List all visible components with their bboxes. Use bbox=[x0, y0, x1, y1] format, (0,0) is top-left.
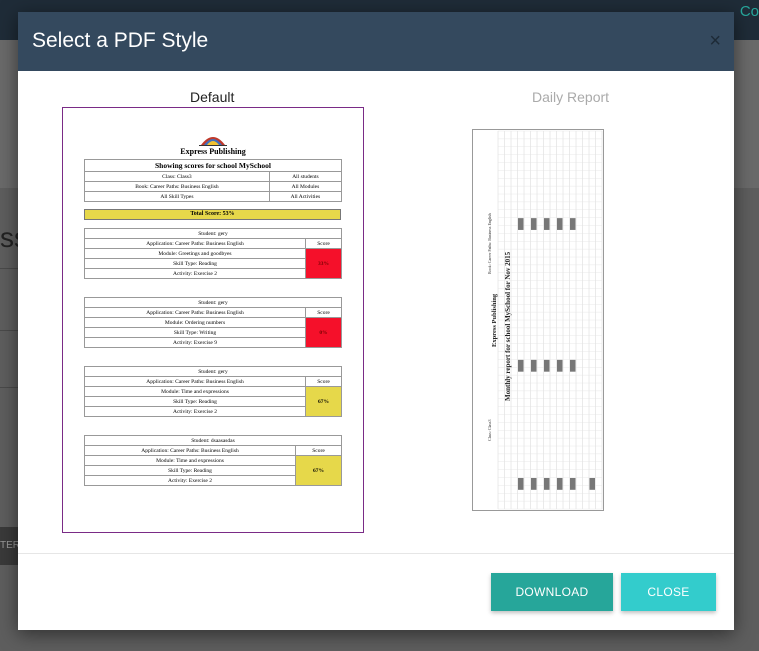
preview-skills: All Skill Types bbox=[84, 191, 270, 202]
modal-title: Select a PDF Style bbox=[32, 29, 209, 52]
block-application: Application: Career Paths: Business Engl… bbox=[84, 307, 306, 318]
block-student: Student: gery bbox=[84, 366, 342, 377]
block-score-header: Score bbox=[295, 445, 342, 456]
pdf-style-modal: Select a PDF Style × Default Daily Repor… bbox=[18, 12, 734, 630]
block-score: 67% bbox=[295, 455, 342, 486]
style-option-default[interactable]: Express Publishing Showing scores for sc… bbox=[62, 107, 364, 533]
block-score: 33% bbox=[305, 248, 342, 279]
preview-header-title: Showing scores for school MySchool bbox=[84, 159, 342, 172]
preview-score-block: Student: dsaasasdas Application: Career … bbox=[84, 435, 342, 486]
preview-score-block: Student: gery Application: Career Paths:… bbox=[84, 366, 342, 417]
block-activity: Activity: Exercise 2 bbox=[84, 475, 296, 486]
close-button[interactable]: CLOSE bbox=[621, 573, 716, 611]
preview-activities: All Activities bbox=[268, 191, 343, 202]
style-label-daily-report[interactable]: Daily Report bbox=[532, 89, 609, 105]
default-report-preview: Express Publishing Showing scores for sc… bbox=[63, 108, 363, 532]
block-application: Application: Career Paths: Business Engl… bbox=[84, 376, 306, 387]
preview-total-score: Total Score: 53% bbox=[84, 209, 341, 220]
close-icon[interactable]: × bbox=[709, 30, 721, 52]
block-application: Application: Career Paths: Business Engl… bbox=[84, 238, 306, 249]
block-module: Module: Time and expressions bbox=[84, 455, 296, 466]
block-module: Module: Ordering numbers bbox=[84, 317, 306, 328]
publisher-logo-icon bbox=[199, 137, 227, 146]
daily-report-book: Book: Career Paths: Business English bbox=[487, 213, 492, 274]
preview-book: Book: Career Paths: Business English bbox=[84, 181, 270, 192]
preview-score-block: Student: gery Application: Career Paths:… bbox=[84, 228, 342, 279]
block-student: Student: dsaasasdas bbox=[84, 435, 342, 446]
block-skill: Skill Type: Reading bbox=[84, 258, 306, 269]
preview-brand: Express Publishing bbox=[180, 147, 246, 156]
block-skill: Skill Type: Writing bbox=[84, 327, 306, 338]
block-skill: Skill Type: Reading bbox=[84, 396, 306, 407]
download-button[interactable]: DOWNLOAD bbox=[491, 573, 613, 611]
app-corner-link[interactable]: Co bbox=[740, 3, 759, 20]
block-application: Application: Career Paths: Business Engl… bbox=[84, 445, 296, 456]
block-score: 67% bbox=[305, 386, 342, 417]
block-student: Student: gery bbox=[84, 297, 342, 308]
block-score-header: Score bbox=[305, 307, 342, 318]
block-module: Module: Greetings and goodbyes bbox=[84, 248, 306, 259]
style-option-daily-report[interactable]: Monthly report for school MySchool for N… bbox=[472, 129, 604, 511]
modal-header: Select a PDF Style × bbox=[18, 12, 734, 71]
preview-score-block: Student: gery Application: Career Paths:… bbox=[84, 297, 342, 348]
preview-class: Class: Class3 bbox=[84, 171, 270, 182]
preview-modules: All Modules bbox=[268, 181, 343, 192]
modal-footer-divider bbox=[18, 553, 734, 554]
preview-students: All students bbox=[268, 171, 343, 182]
style-label-default[interactable]: Default bbox=[190, 89, 234, 105]
block-activity: Activity: Exercise 2 bbox=[84, 406, 306, 417]
daily-report-brand: Express Publishing bbox=[491, 293, 498, 347]
block-activity: Activity: Exercise 9 bbox=[84, 337, 306, 348]
block-module: Module: Time and expressions bbox=[84, 386, 306, 397]
block-score: 0% bbox=[305, 317, 342, 348]
daily-report-title: Monthly report for school MySchool for N… bbox=[504, 251, 512, 401]
daily-report-class: Class: Class3 bbox=[487, 420, 492, 441]
block-score-header: Score bbox=[305, 238, 342, 249]
block-activity: Activity: Exercise 2 bbox=[84, 268, 306, 279]
block-skill: Skill Type: Reading bbox=[84, 465, 296, 476]
preview-header-table: Showing scores for school MySchool Class… bbox=[84, 159, 343, 202]
block-student: Student: gery bbox=[84, 228, 342, 239]
block-score-header: Score bbox=[305, 376, 342, 387]
